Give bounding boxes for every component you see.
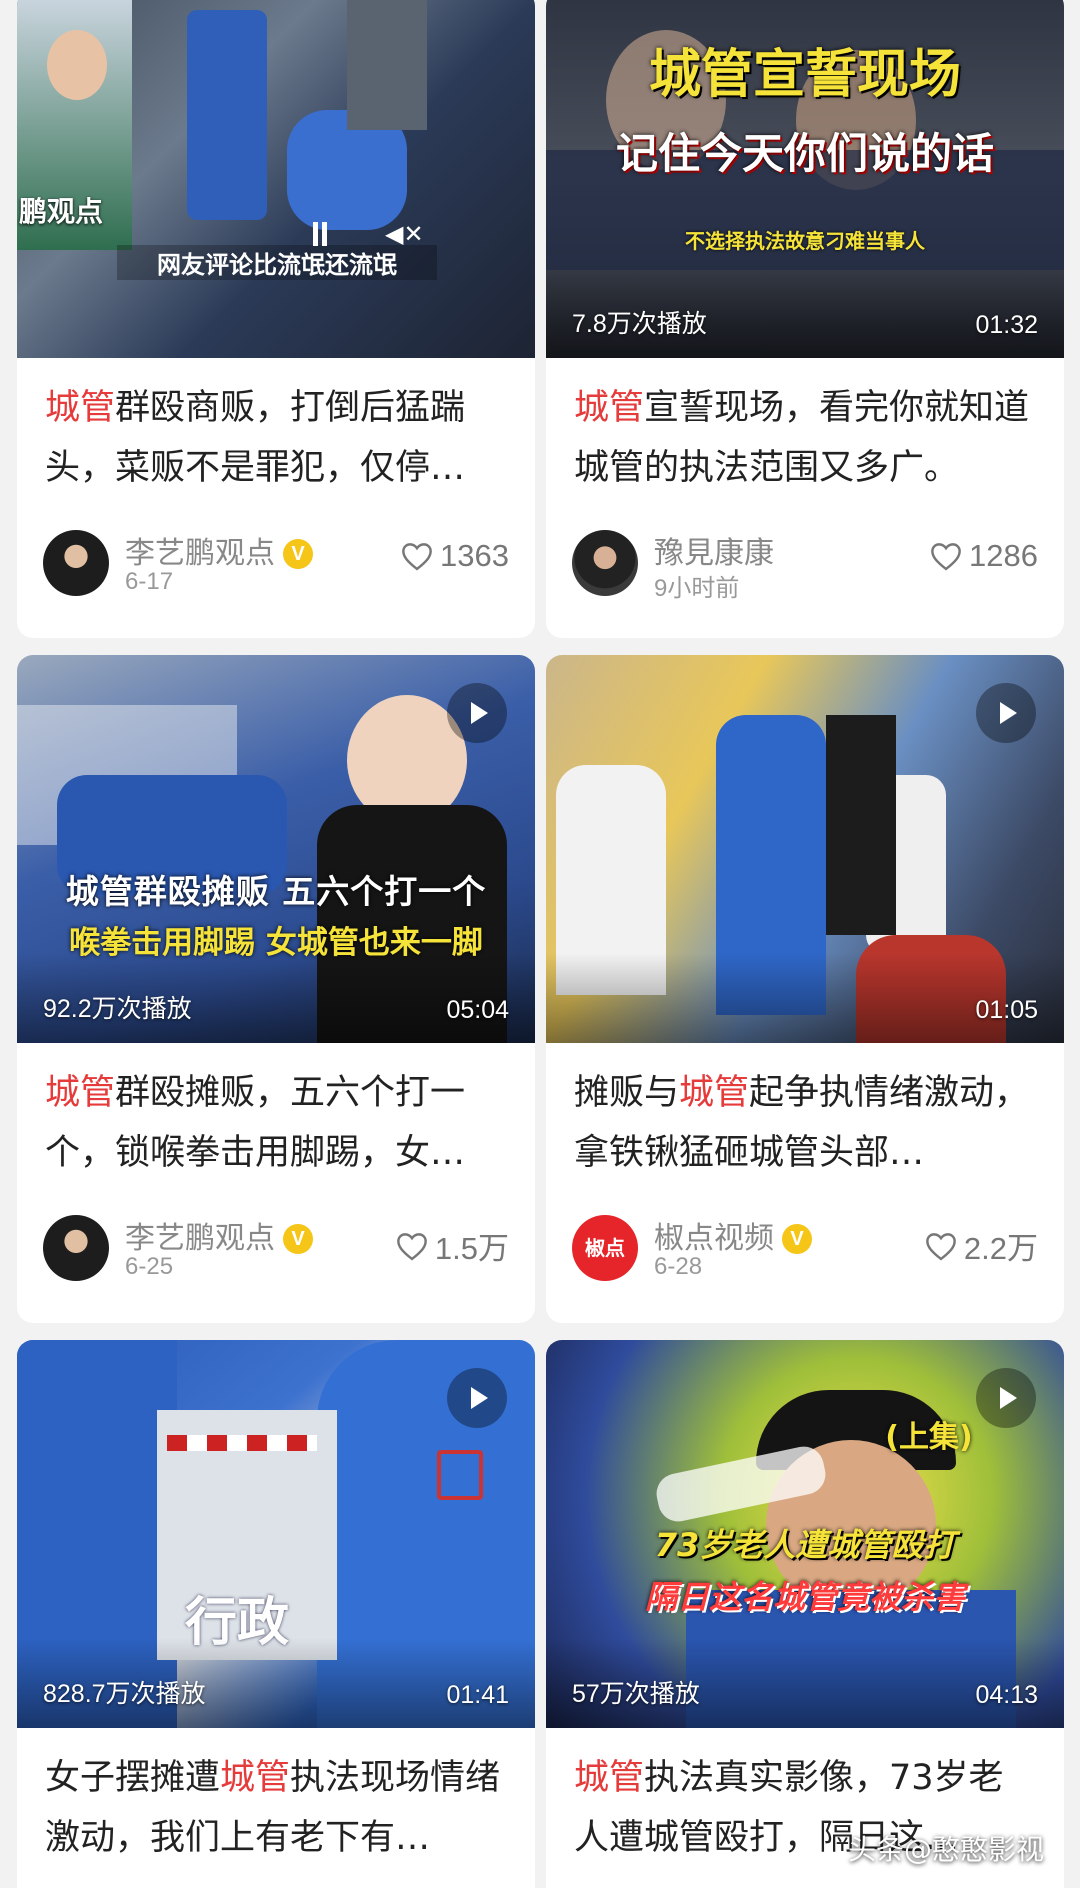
video-thumbnail[interactable]: (上集) 73岁老人遭城管殴打 隔日这名城管竟被杀害 57万次播放 04:13 <box>546 1340 1064 1728</box>
author-name[interactable]: 李艺鹏观点 V <box>125 1213 313 1257</box>
view-count: 57万次播放 <box>572 1680 700 1708</box>
like-button[interactable]: 1363 <box>400 538 509 574</box>
thumbnail-tag: (上集) <box>885 1420 973 1455</box>
post-date: 6-25 <box>125 1253 174 1280</box>
video-duration: 01:05 <box>975 996 1038 1024</box>
card-footer: 椒点 椒点视频 V 6-28 2.2万 <box>546 1193 1064 1303</box>
play-icon[interactable] <box>976 1368 1036 1428</box>
caption-overlay: 网友评论比流氓还流氓 <box>117 245 437 280</box>
play-icon[interactable] <box>447 683 507 743</box>
video-duration: 01:32 <box>975 311 1038 339</box>
heart-icon <box>397 1232 427 1261</box>
like-button[interactable]: 2.2万 <box>924 1223 1038 1268</box>
video-title[interactable]: 女子摆摊遭城管执法现场情绪激动，我们上有老下有… <box>17 1728 535 1878</box>
video-title[interactable]: 摊贩与城管起争执情绪激动，拿铁锹猛砸城管头部… <box>546 1043 1064 1193</box>
like-count: 2.2万 <box>963 1231 1038 1266</box>
thumbnail-caption: 不选择执法故意刁难当事人 <box>685 229 925 253</box>
thumbnail-subheadline: 记住今天你们说的话 <box>615 129 994 178</box>
video-card[interactable]: 城管群殴摊贩 五六个打一个 喉拳击用脚踢 女城管也来一脚 92.2万次播放 05… <box>17 655 535 1323</box>
channel-watermark: 鹏观点 <box>19 195 104 228</box>
video-title[interactable]: 城管群殴商贩，打倒后猛踹头，菜贩不是罪犯，仅停… <box>17 358 535 508</box>
video-card[interactable]: 01:05 摊贩与城管起争执情绪激动，拿铁锹猛砸城管头部… 椒点 椒点视频 V 6… <box>546 655 1064 1323</box>
thumbnail-headline: 73岁老人遭城管殴打 <box>654 1526 956 1564</box>
view-count: 92.2万次播放 <box>43 995 192 1023</box>
verified-icon: V <box>782 1224 812 1254</box>
like-button[interactable]: 1.5万 <box>395 1223 509 1268</box>
video-title[interactable]: 城管宣誓现场，看完你就知道城管的执法范围又多广。 <box>546 358 1064 508</box>
video-thumbnail[interactable]: 鹏观点 网友评论比流氓还流氓 ◀✕ <box>17 0 535 358</box>
video-thumbnail[interactable]: 01:05 <box>546 655 1064 1043</box>
heart-icon <box>931 543 961 571</box>
video-card[interactable]: 鹏观点 网友评论比流氓还流氓 ◀✕ 城管群殴商贩，打倒后猛踹头，菜贩不是罪犯，仅… <box>17 0 535 638</box>
video-thumbnail[interactable]: 行政 828.7万次播放 01:41 <box>17 1340 535 1728</box>
video-card[interactable]: 城管宣誓现场 记住今天你们说的话 不选择执法故意刁难当事人 7.8万次播放 01… <box>546 0 1064 638</box>
avatar[interactable] <box>43 530 109 596</box>
thumbnail-headline: 城管群殴摊贩 五六个打一个 <box>65 872 487 911</box>
heart-icon <box>926 1232 956 1261</box>
verified-icon: V <box>283 539 313 569</box>
post-date: 9小时前 <box>654 575 740 602</box>
card-footer: 李艺鹏观点 V 6-25 1.5万 <box>17 1193 535 1303</box>
view-count: 828.7万次播放 <box>43 1680 206 1708</box>
post-date: 6-17 <box>125 568 174 595</box>
video-thumbnail[interactable]: 城管宣誓现场 记住今天你们说的话 不选择执法故意刁难当事人 7.8万次播放 01… <box>546 0 1064 358</box>
video-duration: 05:04 <box>446 996 509 1024</box>
video-card[interactable]: (上集) 73岁老人遭城管殴打 隔日这名城管竟被杀害 57万次播放 04:13 … <box>546 1340 1064 1888</box>
thumbnail-headline: 城管宣誓现场 <box>648 45 961 105</box>
like-count: 1363 <box>440 538 509 573</box>
avatar[interactable] <box>572 530 638 596</box>
mute-icon[interactable]: ◀✕ <box>385 222 424 246</box>
platform-watermark: 头条@憨憨影视 <box>847 1833 1044 1866</box>
like-count: 1.5万 <box>434 1231 509 1266</box>
pause-icon[interactable] <box>313 222 327 246</box>
author-name[interactable]: 李艺鹏观点 V <box>125 528 313 572</box>
thumbnail-subheadline: 隔日这名城管竟被杀害 <box>644 1578 965 1616</box>
logo-icon <box>437 1450 483 1500</box>
video-card[interactable]: 行政 828.7万次播放 01:41 女子摆摊遭城管执法现场情绪激动，我们上有老… <box>17 1340 535 1888</box>
play-icon[interactable] <box>976 683 1036 743</box>
author-name[interactable]: 椒点视频 V <box>654 1213 812 1257</box>
post-date: 6-28 <box>654 1253 703 1280</box>
video-duration: 04:13 <box>975 1681 1038 1709</box>
card-footer: 豫見康康 9小时前 1286 <box>546 508 1064 618</box>
avatar[interactable]: 椒点 <box>572 1215 638 1281</box>
like-count: 1286 <box>969 538 1038 573</box>
avatar[interactable] <box>43 1215 109 1281</box>
verified-icon: V <box>283 1224 313 1254</box>
video-feed: 鹏观点 网友评论比流氓还流氓 ◀✕ 城管群殴商贩，打倒后猛踹头，菜贩不是罪犯，仅… <box>0 0 1080 1888</box>
video-title[interactable]: 城管群殴摊贩，五六个打一个，锁喉拳击用脚踢，女… <box>17 1043 535 1193</box>
view-count: 7.8万次播放 <box>572 310 707 338</box>
author-name[interactable]: 豫見康康 <box>654 528 774 572</box>
play-icon[interactable] <box>447 1368 507 1428</box>
presenter-face <box>47 30 107 100</box>
heart-icon <box>402 543 432 571</box>
card-footer: 李艺鹏观点 V 6-17 1363 <box>17 508 535 618</box>
video-duration: 01:41 <box>446 1681 509 1709</box>
like-button[interactable]: 1286 <box>929 538 1038 574</box>
video-thumbnail[interactable]: 城管群殴摊贩 五六个打一个 喉拳击用脚踢 女城管也来一脚 92.2万次播放 05… <box>17 655 535 1043</box>
